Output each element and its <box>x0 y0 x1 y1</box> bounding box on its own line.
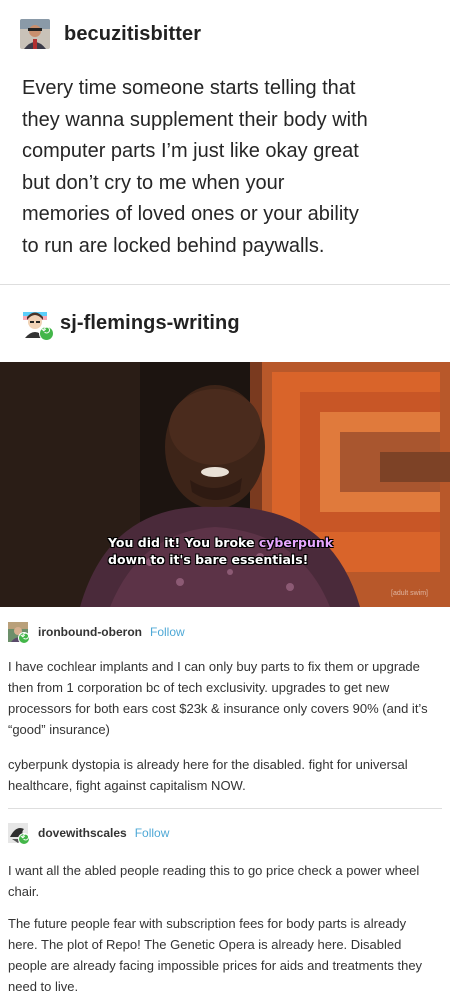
follow-button-ironbound[interactable]: Follow <box>150 625 185 639</box>
reblog-icon <box>18 831 30 845</box>
meme-image-art <box>0 362 450 607</box>
caption-part1: You did it! You broke <box>108 535 259 550</box>
avatar-ironbound-oberon[interactable] <box>8 622 30 644</box>
reblog-icon <box>39 324 54 341</box>
meme-image: You did it! You broke cyberpunk down to … <box>0 362 450 607</box>
post-body-text: Every time someone starts telling that t… <box>22 77 368 257</box>
reblog-icon <box>18 630 30 644</box>
reblog3-paragraph2: The future people fear with subscription… <box>8 916 423 994</box>
post-header: becuzitisbitter <box>20 18 201 50</box>
avatar-dovewithscales[interactable] <box>8 823 30 845</box>
reblog-username-ironbound[interactable]: ironbound-oberon <box>38 625 142 639</box>
reblog3-paragraph1: I want all the abled people reading this… <box>8 863 420 899</box>
reblog2-paragraph2: cyberpunk dystopia is already here for t… <box>8 757 408 793</box>
reblog-header-ironbound: ironbound-oberon Follow <box>8 621 185 644</box>
avatar-sj-flemings-writing[interactable] <box>20 308 54 341</box>
divider <box>8 808 442 809</box>
avatar-becuzitisbitter[interactable] <box>20 19 50 49</box>
reblog-header-sj: sj-flemings-writing <box>20 307 240 341</box>
reblog-username-dove[interactable]: dovewithscales <box>38 826 127 840</box>
follow-button-dove[interactable]: Follow <box>135 826 170 840</box>
post-username[interactable]: becuzitisbitter <box>64 23 201 46</box>
reblog-username-sj[interactable]: sj-flemings-writing <box>60 312 240 335</box>
reblog-header-dove: dovewithscales Follow <box>8 822 170 845</box>
caption-highlight: cyberpunk <box>258 535 334 550</box>
caption-part2: down to it's bare essentials! <box>108 552 309 567</box>
adult-swim-watermark: [adult swim] <box>391 590 428 597</box>
meme-caption: You did it! You broke cyberpunk down to … <box>108 534 348 568</box>
divider <box>0 284 450 285</box>
reblog2-paragraph1: I have cochlear implants and I can only … <box>8 659 428 737</box>
